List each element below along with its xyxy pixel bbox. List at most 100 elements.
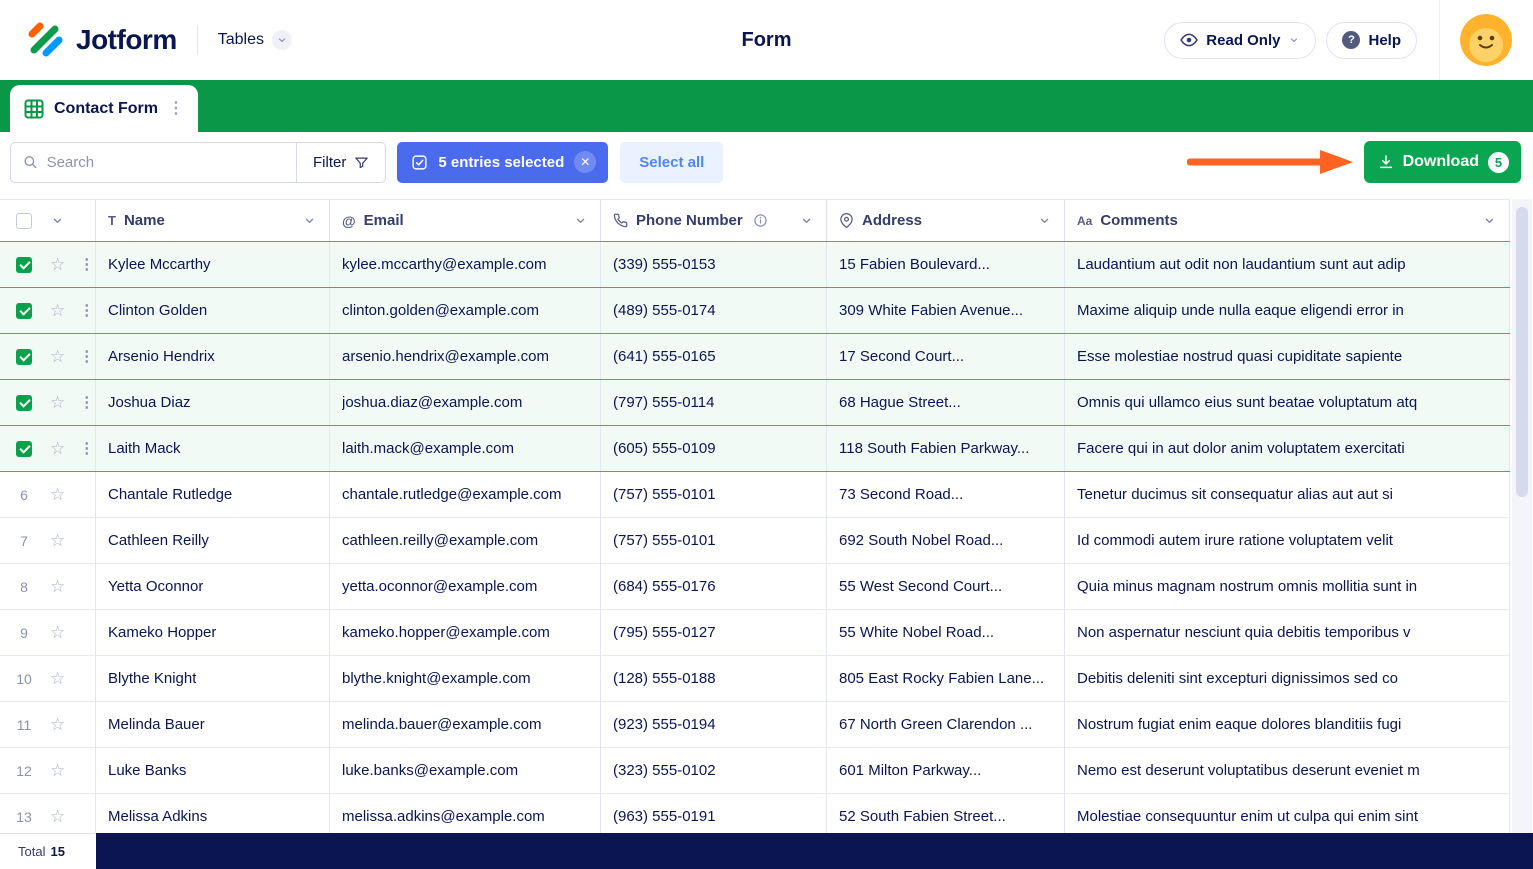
avatar[interactable]	[1460, 14, 1512, 66]
cell-name[interactable]: Cathleen Reilly	[96, 518, 330, 563]
cell-phone[interactable]: (757) 555-0101	[601, 518, 827, 563]
tab-contact-form[interactable]: Contact Form ⋮	[10, 85, 198, 132]
cell-comments[interactable]: Nostrum fugiat enim eaque dolores blandi…	[1065, 702, 1510, 747]
read-only-button[interactable]: Read Only	[1164, 21, 1317, 59]
star-icon[interactable]: ☆	[50, 394, 65, 411]
row-menu-icon[interactable]: ⋮	[79, 303, 94, 318]
cell-phone[interactable]: (797) 555-0114	[601, 380, 827, 425]
row-menu-icon[interactable]: ⋮	[79, 441, 94, 456]
star-icon[interactable]: ☆	[50, 578, 65, 595]
cell-email[interactable]: kameko.hopper@example.com	[330, 610, 601, 655]
row-menu-icon[interactable]: ⋮	[79, 395, 94, 410]
filter-button[interactable]: Filter	[296, 142, 386, 182]
cell-email[interactable]: joshua.diaz@example.com	[330, 380, 601, 425]
column-header-email[interactable]: @ Email	[330, 200, 601, 241]
cell-address[interactable]: 309 White Fabien Avenue...	[827, 288, 1065, 333]
cell-phone[interactable]: (684) 555-0176	[601, 564, 827, 609]
cell-phone[interactable]: (795) 555-0127	[601, 610, 827, 655]
cell-comments[interactable]: Laudantium aut odit non laudantium sunt …	[1065, 242, 1510, 287]
header-checkbox[interactable]	[16, 212, 32, 229]
star-icon[interactable]: ☆	[50, 486, 65, 503]
cell-phone[interactable]: (923) 555-0194	[601, 702, 827, 747]
column-header-name[interactable]: T Name	[96, 200, 330, 241]
select-all-button[interactable]: Select all	[620, 141, 724, 183]
cell-comments[interactable]: Facere qui in aut dolor anim voluptatem …	[1065, 426, 1510, 471]
scrollbar-thumb[interactable]	[1516, 207, 1528, 497]
cell-comments[interactable]: Maxime aliquip unde nulla eaque eligendi…	[1065, 288, 1510, 333]
star-icon[interactable]: ☆	[50, 532, 65, 549]
cell-email[interactable]: kylee.mccarthy@example.com	[330, 242, 601, 287]
search-box[interactable]	[11, 143, 296, 182]
chevron-down-icon[interactable]	[799, 213, 814, 228]
star-icon[interactable]: ☆	[50, 624, 65, 641]
cell-phone[interactable]: (339) 555-0153	[601, 242, 827, 287]
cell-phone[interactable]: (489) 555-0174	[601, 288, 827, 333]
cell-comments[interactable]: Id commodi autem irure ratione voluptate…	[1065, 518, 1510, 563]
cell-email[interactable]: clinton.golden@example.com	[330, 288, 601, 333]
cell-address[interactable]: 118 South Fabien Parkway...	[827, 426, 1065, 471]
cell-address[interactable]: 67 North Green Clarendon ...	[827, 702, 1065, 747]
tab-menu-icon[interactable]: ⋮	[168, 100, 184, 117]
star-icon[interactable]: ☆	[50, 762, 65, 779]
cell-phone[interactable]: (641) 555-0165	[601, 334, 827, 379]
entries-selected-pill[interactable]: 5 entries selected ✕	[397, 141, 609, 183]
cell-phone[interactable]: (963) 555-0191	[601, 794, 827, 833]
star-icon[interactable]: ☆	[50, 670, 65, 687]
cell-address[interactable]: 73 Second Road...	[827, 472, 1065, 517]
cell-email[interactable]: yetta.oconnor@example.com	[330, 564, 601, 609]
chevron-down-icon[interactable]	[573, 213, 588, 228]
cell-email[interactable]: chantale.rutledge@example.com	[330, 472, 601, 517]
cell-phone[interactable]: (605) 555-0109	[601, 426, 827, 471]
select-all-header-cell[interactable]	[0, 200, 96, 241]
star-icon[interactable]: ☆	[50, 808, 65, 825]
jotform-logo[interactable]: Jotform	[26, 20, 177, 60]
chevron-down-icon[interactable]	[1482, 213, 1497, 228]
cell-address[interactable]: 68 Hague Street...	[827, 380, 1065, 425]
column-header-phone-number[interactable]: Phone Number	[601, 200, 827, 241]
star-icon[interactable]: ☆	[50, 302, 65, 319]
cell-comments[interactable]: Non aspernatur nesciunt quia debitis tem…	[1065, 610, 1510, 655]
row-checkbox[interactable]	[16, 256, 32, 273]
column-header-address[interactable]: Address	[827, 200, 1065, 241]
row-checkbox[interactable]	[16, 302, 32, 319]
cell-comments[interactable]: Quia minus magnam nostrum omnis mollitia…	[1065, 564, 1510, 609]
cell-email[interactable]: laith.mack@example.com	[330, 426, 601, 471]
cell-name[interactable]: Melinda Bauer	[96, 702, 330, 747]
vertical-scrollbar[interactable]	[1512, 199, 1532, 833]
cell-phone[interactable]: (128) 555-0188	[601, 656, 827, 701]
cell-name[interactable]: Melissa Adkins	[96, 794, 330, 833]
cell-email[interactable]: blythe.knight@example.com	[330, 656, 601, 701]
cell-email[interactable]: melinda.bauer@example.com	[330, 702, 601, 747]
cell-comments[interactable]: Esse molestiae nostrud quasi cupiditate …	[1065, 334, 1510, 379]
cell-name[interactable]: Kylee Mccarthy	[96, 242, 330, 287]
star-icon[interactable]: ☆	[50, 440, 65, 457]
cell-address[interactable]: 55 West Second Court...	[827, 564, 1065, 609]
cell-address[interactable]: 15 Fabien Boulevard...	[827, 242, 1065, 287]
cell-phone[interactable]: (757) 555-0101	[601, 472, 827, 517]
search-input[interactable]	[46, 153, 284, 171]
cell-phone[interactable]: (323) 555-0102	[601, 748, 827, 793]
cell-address[interactable]: 805 East Rocky Fabien Lane...	[827, 656, 1065, 701]
row-checkbox[interactable]	[16, 440, 32, 457]
chevron-down-icon[interactable]	[1037, 213, 1052, 228]
cell-comments[interactable]: Tenetur ducimus sit consequatur alias au…	[1065, 472, 1510, 517]
cell-name[interactable]: Chantale Rutledge	[96, 472, 330, 517]
row-menu-icon[interactable]: ⋮	[79, 349, 94, 364]
tables-dropdown[interactable]: Tables	[218, 30, 292, 50]
clear-selection-icon[interactable]: ✕	[574, 151, 597, 173]
info-icon[interactable]	[753, 213, 768, 228]
cell-comments[interactable]: Molestiae consequuntur enim ut culpa qui…	[1065, 794, 1510, 833]
cell-address[interactable]: 601 Milton Parkway...	[827, 748, 1065, 793]
chevron-down-icon[interactable]	[302, 213, 317, 228]
cell-address[interactable]: 52 South Fabien Street...	[827, 794, 1065, 833]
column-header-comments[interactable]: Aa Comments	[1065, 200, 1510, 241]
cell-email[interactable]: cathleen.reilly@example.com	[330, 518, 601, 563]
star-icon[interactable]: ☆	[50, 256, 65, 273]
chevron-down-icon[interactable]	[50, 213, 65, 228]
cell-name[interactable]: Clinton Golden	[96, 288, 330, 333]
cell-name[interactable]: Luke Banks	[96, 748, 330, 793]
cell-address[interactable]: 55 White Nobel Road...	[827, 610, 1065, 655]
cell-name[interactable]: Blythe Knight	[96, 656, 330, 701]
cell-comments[interactable]: Omnis qui ullamco eius sunt beatae volup…	[1065, 380, 1510, 425]
download-button[interactable]: Download 5	[1363, 141, 1521, 183]
